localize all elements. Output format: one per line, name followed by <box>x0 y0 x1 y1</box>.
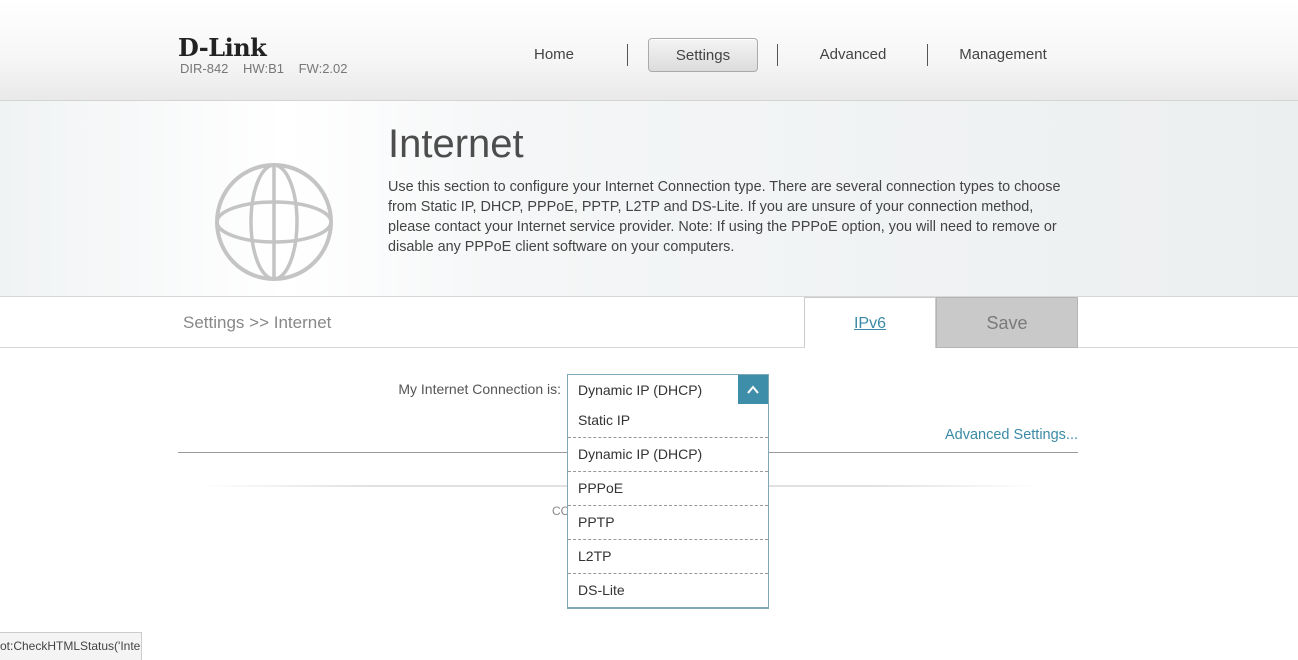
option-l2tp[interactable]: L2TP <box>568 540 768 574</box>
nav-separator <box>927 44 928 66</box>
option-static-ip[interactable]: Static IP <box>568 404 768 438</box>
page-title: Internet <box>388 122 524 166</box>
option-ds-lite[interactable]: DS-Lite <box>568 574 768 608</box>
nav-settings[interactable]: Settings <box>648 38 758 72</box>
firmware-version: FW:2.02 <box>298 61 348 76</box>
hardware-version: HW:B1 <box>243 61 284 76</box>
breadcrumb-bar: Settings >> Internet IPv6 Save <box>0 297 1298 348</box>
chevron-up-icon[interactable] <box>738 375 768 404</box>
device-info: DIR-842 HW:B1 FW:2.02 <box>180 61 357 76</box>
header: D-Link DIR-842 HW:B1 FW:2.02 Home Settin… <box>0 0 1298 101</box>
advanced-settings-link[interactable]: Advanced Settings... <box>945 427 1078 443</box>
nav-management[interactable]: Management <box>948 38 1058 72</box>
ipv6-button[interactable]: IPv6 <box>804 297 936 348</box>
connection-type-label: My Internet Connection is: <box>398 381 561 397</box>
save-button[interactable]: Save <box>936 297 1078 348</box>
connection-type-dropdown: Static IP Dynamic IP (DHCP) PPPoE PPTP L… <box>567 404 769 609</box>
breadcrumb: Settings >> Internet <box>183 313 332 332</box>
browser-status-bar: ot:CheckHTMLStatus('Inte <box>0 632 142 660</box>
nav-home[interactable]: Home <box>504 38 604 72</box>
page-description: Use this section to configure your Inter… <box>388 179 1061 255</box>
nav-separator <box>777 44 778 66</box>
dlink-logo[interactable]: D-Link <box>178 33 267 62</box>
model-number: DIR-842 <box>180 61 229 76</box>
option-dynamic-ip[interactable]: Dynamic IP (DHCP) <box>568 438 768 472</box>
nav-advanced[interactable]: Advanced <box>803 38 903 72</box>
connection-type-select[interactable]: Dynamic IP (DHCP) <box>567 374 769 405</box>
page-banner: Internet Use this section to configure y… <box>0 101 1298 297</box>
connection-type-value: Dynamic IP (DHCP) <box>578 382 703 398</box>
globe-icon <box>215 163 333 281</box>
nav-separator <box>627 44 628 66</box>
option-pppoe[interactable]: PPPoE <box>568 472 768 506</box>
option-pptp[interactable]: PPTP <box>568 506 768 540</box>
